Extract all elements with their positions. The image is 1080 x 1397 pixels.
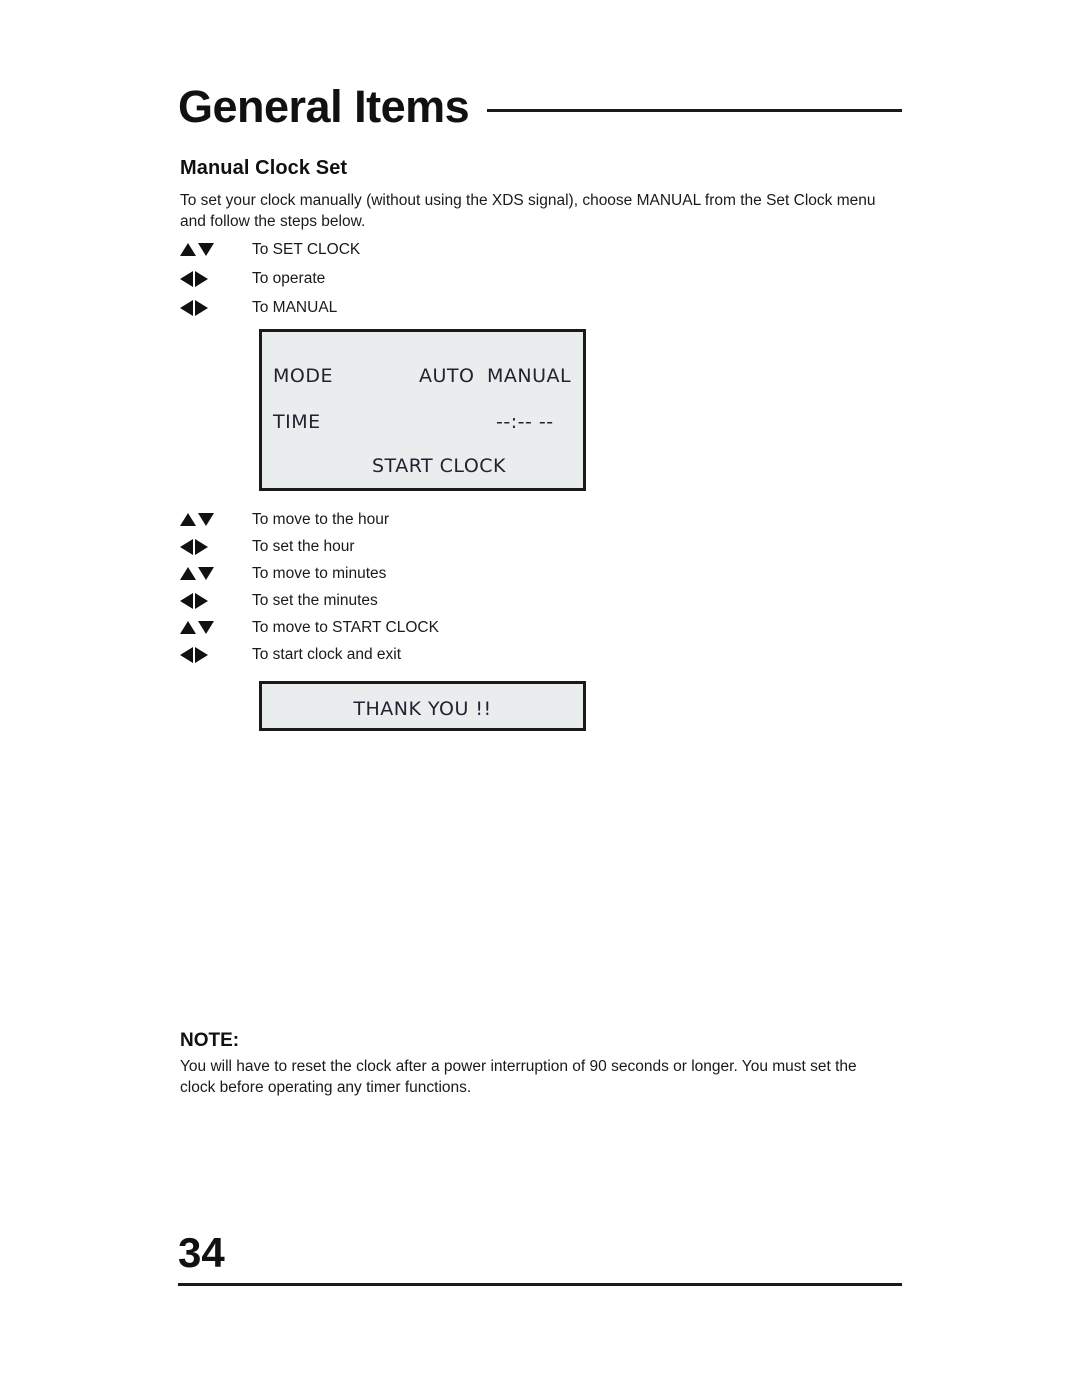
steps-list-top: To SET CLOCK To operate To MANUAL — [180, 235, 360, 322]
section-heading: Manual Clock Set — [180, 157, 348, 179]
triangle-up-icon — [180, 513, 196, 526]
osd-mode-option-manual[interactable]: MANUAL — [487, 365, 571, 387]
triangle-left-icon — [180, 299, 193, 316]
arrow-left-right-icon — [180, 538, 252, 555]
step-label: To set the minutes — [252, 591, 378, 609]
triangle-down-icon — [198, 243, 214, 256]
triangle-up-icon — [180, 567, 196, 580]
triangle-right-icon — [195, 270, 208, 287]
osd-thank-you-screen: THANK YOU !! — [259, 681, 586, 731]
step-label: To move to START CLOCK — [252, 618, 439, 636]
triangle-left-icon — [180, 646, 193, 663]
page-title: General Items — [178, 80, 470, 132]
arrow-up-down-icon — [180, 621, 252, 634]
arrow-left-right-icon — [180, 592, 252, 609]
arrow-up-down-icon — [180, 513, 252, 526]
triangle-right-icon — [195, 538, 208, 555]
triangle-down-icon — [198, 567, 214, 580]
step-item: To MANUAL — [180, 293, 360, 322]
manual-page: General Items Manual Clock Set To set yo… — [0, 0, 1080, 1397]
osd-mode-option-auto[interactable]: AUTO — [419, 365, 474, 387]
osd-time-label: TIME — [273, 411, 321, 433]
triangle-right-icon — [195, 646, 208, 663]
page-number: 34 — [178, 1229, 225, 1276]
step-item: To start clock and exit — [180, 641, 439, 668]
page-header: General Items — [178, 78, 902, 134]
step-label: To MANUAL — [252, 298, 338, 316]
step-label: To move to minutes — [252, 564, 387, 582]
step-label: To set the hour — [252, 537, 355, 555]
osd-clock-menu-screen: MODE AUTO MANUAL TIME --:-- -- START CLO… — [259, 329, 586, 491]
arrow-left-right-icon — [180, 270, 252, 287]
step-item: To move to minutes — [180, 560, 439, 587]
triangle-left-icon — [180, 538, 193, 555]
header-rule — [487, 108, 902, 112]
step-item: To SET CLOCK — [180, 235, 360, 264]
section-intro-text: To set your clock manually (without usin… — [180, 192, 876, 230]
step-item: To set the hour — [180, 533, 439, 560]
osd-mode-label: MODE — [273, 365, 333, 387]
triangle-up-icon — [180, 243, 196, 256]
triangle-right-icon — [195, 592, 208, 609]
step-label: To operate — [252, 269, 326, 287]
step-label: To start clock and exit — [252, 645, 402, 663]
triangle-right-icon — [195, 299, 208, 316]
triangle-up-icon — [180, 621, 196, 634]
step-label: To move to the hour — [252, 510, 389, 528]
arrow-left-right-icon — [180, 646, 252, 663]
arrow-left-right-icon — [180, 299, 252, 316]
footer-rule — [178, 1283, 902, 1286]
step-item: To move to START CLOCK — [180, 614, 439, 641]
osd-start-clock-option[interactable]: START CLOCK — [372, 455, 506, 477]
triangle-left-icon — [180, 592, 193, 609]
note-body-text: You will have to reset the clock after a… — [180, 1058, 857, 1096]
step-item: To move to the hour — [180, 506, 439, 533]
triangle-down-icon — [198, 621, 214, 634]
step-label: To SET CLOCK — [252, 240, 361, 258]
step-item: To set the minutes — [180, 587, 439, 614]
triangle-down-icon — [198, 513, 214, 526]
triangle-left-icon — [180, 270, 193, 287]
note-heading: NOTE: — [180, 1030, 240, 1051]
arrow-up-down-icon — [180, 243, 252, 256]
step-item: To operate — [180, 264, 360, 293]
osd-thank-you-text: THANK YOU !! — [353, 698, 492, 720]
steps-list-bottom: To move to the hour To set the hour To m… — [180, 506, 439, 668]
osd-time-value[interactable]: --:-- -- — [496, 411, 554, 433]
arrow-up-down-icon — [180, 567, 252, 580]
